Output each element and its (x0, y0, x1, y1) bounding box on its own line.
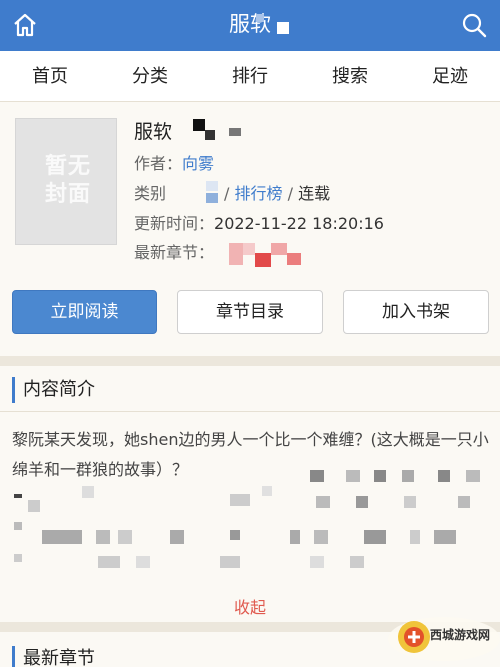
watermark-text: 西城游戏网 (430, 628, 491, 642)
category-links: / 排行榜 / 连载 (224, 180, 330, 204)
intro-text: 黎阮某天发现，她shen边的男人一个比一个难缠？(这大概是一只小绵羊和一群狼的故… (12, 430, 489, 479)
blurred-block (193, 119, 205, 131)
tab-ranking[interactable]: 排行 (200, 51, 300, 101)
tab-search[interactable]: 搜索 (300, 51, 400, 101)
update-label: 更新时间： (134, 214, 215, 233)
author-link[interactable]: 向雾 (182, 154, 214, 173)
top-bar: 服软 (0, 0, 500, 51)
add-to-bookshelf-button[interactable]: 加入书架 (343, 290, 489, 334)
category-row: 类别 (134, 180, 166, 204)
blurred-title-block (256, 14, 264, 22)
status-separator: / (287, 184, 293, 203)
category-label: 类别 (134, 184, 167, 203)
status-value: 连载 (298, 184, 331, 203)
blurred-block (229, 128, 241, 136)
blurred-chapter-block (287, 253, 301, 265)
blurred-block (206, 181, 218, 191)
author-label: 作者： (134, 154, 183, 173)
update-row: 更新时间：2022-11-22 18:20:16 (134, 210, 384, 234)
latest-chapter-row: 最新章节： (134, 239, 214, 263)
intro-divider (0, 411, 500, 412)
blurred-block (205, 130, 215, 140)
page-title: 服软 (229, 12, 271, 36)
read-now-button[interactable]: 立即阅读 (12, 290, 157, 334)
latest-chapters-heading: 最新章节 (12, 646, 95, 667)
tab-history[interactable]: 足迹 (400, 51, 500, 101)
tab-home[interactable]: 首页 (0, 51, 100, 101)
blurred-chapter-block (243, 243, 255, 255)
tab-category[interactable]: 分类 (100, 51, 200, 101)
blurred-title-block (277, 22, 289, 34)
update-time: 2022-11-22 18:20:16 (214, 214, 384, 233)
blurred-chapter-block (255, 253, 271, 267)
category-separator: / (224, 184, 230, 203)
author-row: 作者：向雾 (134, 150, 214, 174)
book-cover[interactable]: 暂无封面 (15, 118, 117, 245)
table-of-contents-button[interactable]: 章节目录 (177, 290, 323, 334)
blurred-chapter-block (271, 243, 287, 255)
nav-tabs: 首页 分类 排行 搜索 足迹 (0, 51, 500, 102)
blurred-chapter-block (229, 243, 243, 265)
book-title: 服软 (134, 121, 173, 143)
intro-heading: 内容简介 (12, 377, 95, 403)
blurred-block (206, 193, 218, 203)
ranking-link[interactable]: 排行榜 (234, 184, 282, 203)
cover-placeholder-text: 暂无封面 (44, 154, 91, 207)
latest-chapter-label: 最新章节： (134, 243, 215, 262)
section-separator (0, 356, 500, 366)
search-icon[interactable] (460, 11, 488, 39)
